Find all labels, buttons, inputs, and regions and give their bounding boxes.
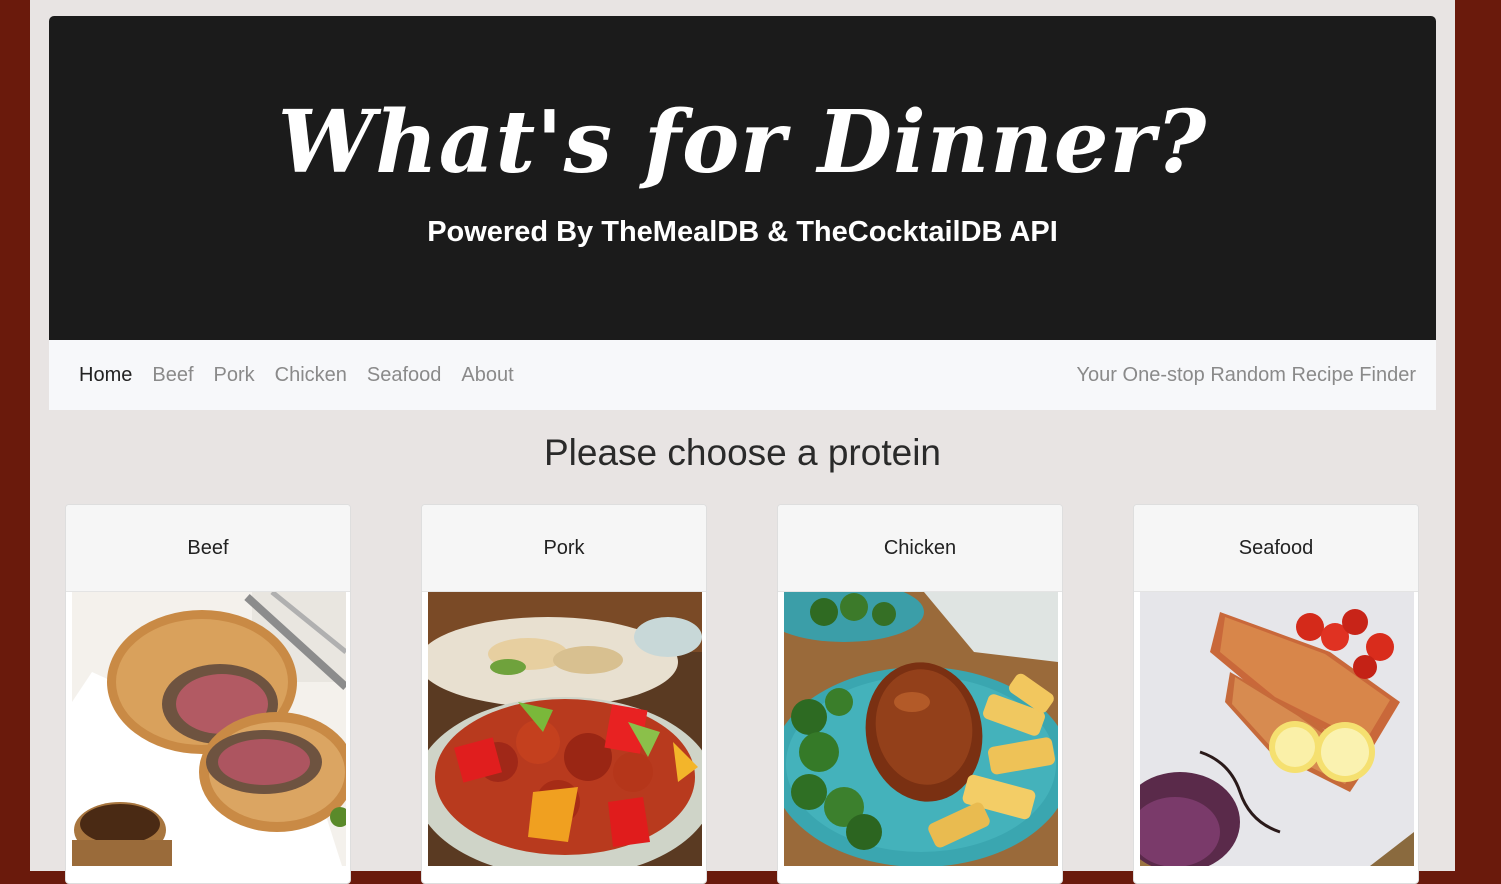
sweet-and-sour-pork-image[interactable]: [428, 592, 702, 866]
card-title: Beef: [66, 505, 350, 592]
card-title: Seafood: [1134, 505, 1418, 592]
navbar: Home Beef Pork Chicken Seafood About You…: [49, 340, 1436, 410]
nav-link-about[interactable]: About: [461, 364, 513, 387]
page-container: What's for Dinner? Powered By TheMealDB …: [30, 0, 1455, 884]
nav-link-seafood[interactable]: Seafood: [367, 364, 442, 387]
glazed-chicken-image[interactable]: [784, 592, 1058, 866]
card-title: Chicken: [778, 505, 1062, 592]
nav-link-chicken[interactable]: Chicken: [275, 364, 347, 387]
protein-card-beef[interactable]: Beef: [65, 504, 351, 884]
site-subtitle: Powered By TheMealDB & TheCocktailDB API: [427, 216, 1058, 248]
nav-link-home[interactable]: Home: [79, 364, 132, 387]
header-banner: What's for Dinner? Powered By TheMealDB …: [49, 16, 1436, 340]
protein-card-pork[interactable]: Pork: [421, 504, 707, 884]
baked-salmon-image[interactable]: [1140, 592, 1414, 866]
section-heading: Please choose a protein: [544, 432, 941, 473]
nav-links: Home Beef Pork Chicken Seafood About: [79, 340, 534, 410]
nav-link-pork[interactable]: Pork: [214, 364, 255, 387]
site-title: What's for Dinner?: [277, 92, 1208, 193]
navbar-tagline: Your One-stop Random Recipe Finder: [1076, 364, 1416, 386]
nav-link-beef[interactable]: Beef: [152, 364, 193, 387]
beef-wellington-image[interactable]: [72, 592, 346, 866]
protein-card-seafood[interactable]: Seafood: [1133, 504, 1419, 884]
protein-card-chicken[interactable]: Chicken: [777, 504, 1063, 884]
card-title: Pork: [422, 505, 706, 592]
